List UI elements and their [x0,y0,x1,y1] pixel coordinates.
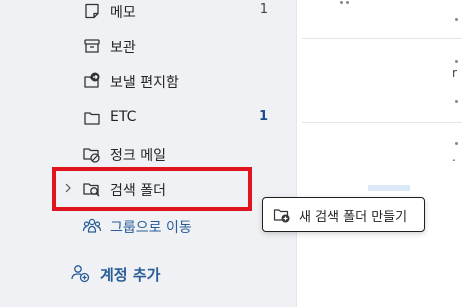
message-preview-fragment: . [452,150,456,164]
message-marker [340,1,343,4]
add-account-label: 계정 추가 [100,266,161,284]
folder-item-etc[interactable]: ETC 1 [62,103,288,133]
message-marker [346,1,349,4]
folder-label: 보낼 편지함 [110,75,179,91]
menu-item-label: 새 검색 폴더 만들기 [299,210,408,225]
junk-folder-icon [82,144,102,164]
folder-item-groups[interactable]: 그룹으로 이동 [62,211,288,241]
context-menu: 새 검색 폴더 만들기 [262,197,425,232]
folder-label: 그룹으로 이동 [110,220,192,236]
folder-item-archive[interactable]: 보관 [62,31,288,61]
folder-icon [82,108,102,128]
selection-highlight [52,167,252,211]
folder-label: 정크 메일 [110,148,166,164]
folder-label: ETC [110,109,137,125]
pane-divider [296,0,297,307]
add-person-icon [70,263,90,283]
message-separator [302,122,462,123]
message-separator [302,38,462,39]
folder-item-outbox[interactable]: 보낼 편지함 [62,66,288,96]
outbox-icon [82,71,102,91]
folder-item-junk[interactable]: 정크 메일 [62,139,288,169]
archive-icon [82,36,102,56]
folder-label: 보관 [110,40,136,56]
new-search-folder-icon [273,206,291,224]
message-marker [455,18,458,21]
message-list [296,0,462,307]
message-marker [455,142,458,145]
folder-count: 1 [259,2,268,17]
groups-icon [82,216,102,236]
mail-window: 메모 1 보관 보낼 편지함 ETC 1 정크 메일 검색 폴더 그룹으로 이동… [0,0,462,307]
add-account-button[interactable]: 계정 추가 [0,258,296,288]
folder-item-memo[interactable]: 메모 1 [62,0,288,26]
new-search-folder-menu-item[interactable]: 새 검색 폴더 만들기 [263,198,424,231]
message-marker [455,100,458,103]
message-row-highlight [368,185,410,191]
note-icon [82,1,102,21]
message-marker [455,60,458,63]
unread-count: 1 [258,109,268,124]
message-preview-fragment: r [452,66,457,80]
folder-label: 메모 [110,5,136,21]
